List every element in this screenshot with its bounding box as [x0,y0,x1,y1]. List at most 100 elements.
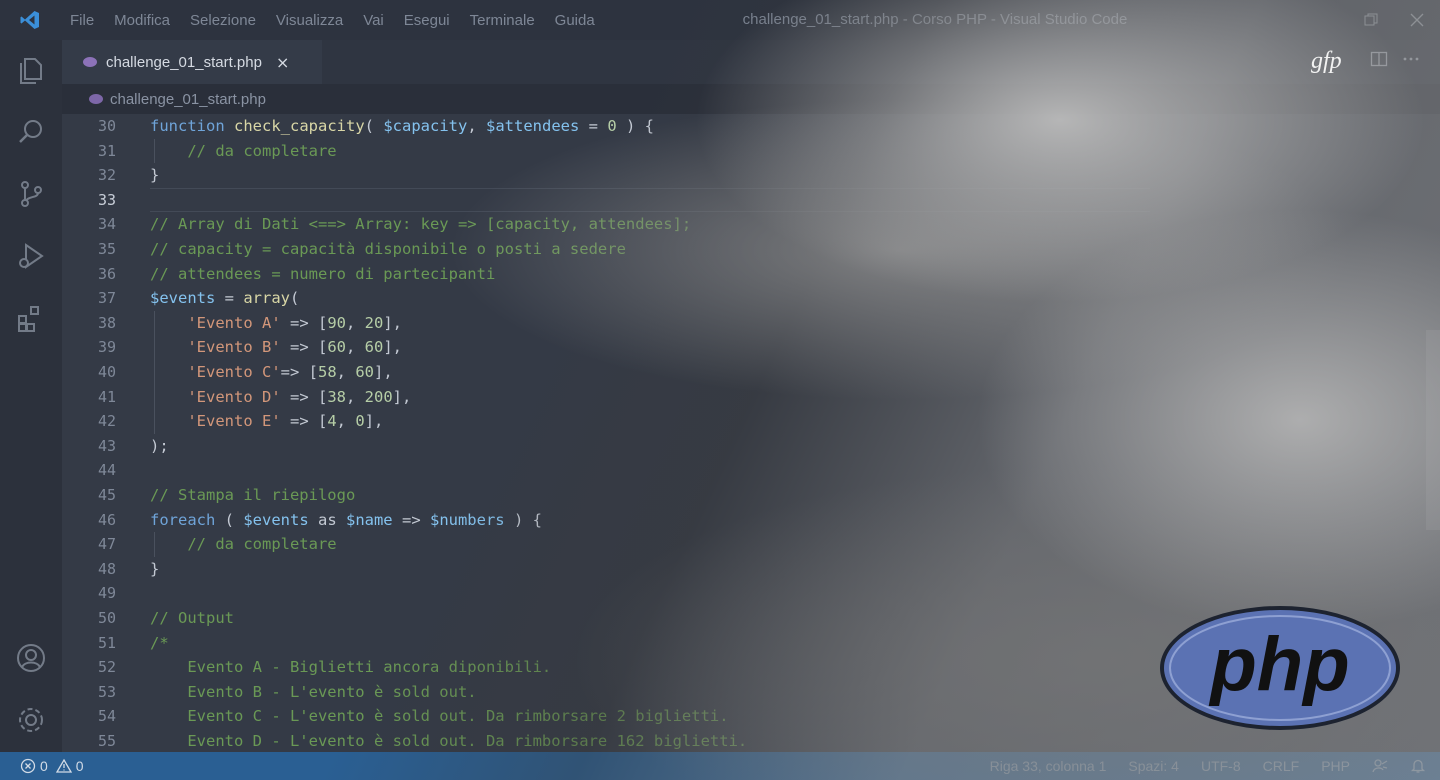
code-token: 60 [355,363,374,381]
code-token: } [150,559,160,578]
minimap[interactable] [1346,114,1426,344]
code-line[interactable]: 45 // Stampa il riepilogo [62,483,1440,507]
bell-icon[interactable] [1410,758,1426,774]
run-debug-icon[interactable] [13,238,49,274]
code-text: ); [150,434,169,458]
code-line[interactable]: 31 // da completare [62,139,1440,163]
menu-file[interactable]: File [60,12,104,29]
problems-indicator[interactable]: 0 0 [20,758,84,774]
code-text: function check_capacity( $capacity, $att… [150,114,654,138]
indent-guide [154,310,155,434]
code-line[interactable]: 46 foreach ( $events as $name => $numbers… [62,508,1440,532]
split-editor-icon[interactable] [1370,50,1388,68]
menu-terminale[interactable]: Terminale [460,12,545,29]
code-token: /* [150,633,169,652]
code-line[interactable]: 49 [62,581,1440,605]
restore-icon[interactable] [1348,0,1394,40]
code-token: check_capacity [234,117,365,135]
menu-modifica[interactable]: Modifica [104,12,180,29]
signature-logo: gfp [1311,48,1342,74]
breadcrumb-file[interactable]: challenge_01_start.php [110,91,266,108]
code-token: => [ [280,387,328,406]
warning-count: 0 [75,758,84,774]
code-token: // capacity = capacità disponibile o pos… [150,240,626,258]
encoding[interactable]: UTF-8 [1201,758,1241,774]
code-line[interactable]: 38 'Evento A' => [90, 20], [62,311,1440,335]
code-token: , [346,387,365,406]
code-token: 'Evento D' [187,387,281,406]
account-icon[interactable] [13,640,49,676]
vertical-scrollbar[interactable] [1426,330,1440,530]
source-control-icon[interactable] [13,176,49,212]
code-line[interactable]: 40 'Evento C'=> [58, 60], [62,360,1440,384]
code-token: => [392,510,430,529]
code-line[interactable]: 47 // da completare [62,532,1440,556]
menu-visualizza[interactable]: Visualizza [266,12,353,29]
code-token: Evento D - L'evento è sold out. Da rimbo… [150,732,748,750]
line-number: 48 [97,559,116,578]
more-actions-icon[interactable] [1402,50,1420,68]
cursor-position[interactable]: Riga 33, colonna 1 [990,758,1107,774]
code-token: foreach [150,510,216,529]
code-line[interactable]: 34 // Array di Dati <==> Array: key => [c… [62,212,1440,236]
code-line[interactable]: 33 [62,187,1440,212]
code-token: ], [392,387,412,406]
line-number: 55 [97,732,116,750]
line-number: 41 [97,387,116,406]
indentation[interactable]: Spazi: 4 [1128,758,1179,774]
feedback-icon[interactable] [1372,758,1388,774]
code-token: array [243,289,290,308]
end-of-line[interactable]: CRLF [1263,758,1300,774]
tab-challenge-01-start[interactable]: challenge_01_start.php × [62,40,322,84]
language-mode[interactable]: PHP [1321,758,1350,774]
code-line[interactable]: 55 Evento D - L'evento è sold out. Da ri… [62,729,1440,752]
code-line[interactable]: 41 'Evento D' => [38, 200], [62,385,1440,409]
breadcrumb[interactable]: challenge_01_start.php [62,86,266,112]
menu-vai[interactable]: Vai [353,12,394,29]
svg-text:php: php [1208,622,1349,707]
line-number: 49 [97,584,116,603]
code-token: $name [345,510,393,529]
code-line[interactable]: 36 // attendees = numero di partecipanti [62,262,1440,286]
code-text: Evento A - Biglietti ancora diponibili. [150,655,551,679]
code-line[interactable]: 42 'Evento E' => [4, 0], [62,409,1440,433]
code-token: ], [364,412,384,431]
code-line[interactable]: 35 // capacity = capacità disponibile o p… [62,237,1440,261]
code-line[interactable]: 48} [62,557,1440,581]
menu-bar: File Modifica Selezione Visualizza Vai E… [60,0,605,40]
code-token: ); [150,436,169,455]
line-number: 54 [97,707,116,726]
menu-guida[interactable]: Guida [545,12,605,29]
search-icon[interactable] [13,114,49,150]
menu-selezione[interactable]: Selezione [180,12,266,29]
code-line[interactable]: 30 function check_capacity( $capacity, $a… [62,114,1440,138]
explorer-icon[interactable] [13,52,49,88]
code-token: ( [215,510,244,529]
vscode-logo-icon[interactable] [0,0,60,40]
code-text: foreach ( $events as $name => $numbers )… [150,508,542,532]
code-line[interactable]: 43); [62,434,1440,458]
code-token: , [336,412,356,431]
code-token: 90 [327,313,346,332]
code-token: => [ [280,412,328,431]
code-line[interactable]: 39 'Evento B' => [60, 60], [62,335,1440,359]
code-token: 'Evento E' [187,412,281,431]
code-line[interactable]: 44 [62,458,1440,482]
line-number: 32 [97,166,116,185]
code-line[interactable]: 32} [62,163,1440,187]
line-number: 43 [97,436,116,455]
code-line[interactable]: 37 $events = array( [62,286,1440,310]
warning-icon [55,758,72,773]
code-text: // Array di Dati <==> Array: key => [cap… [150,212,691,236]
close-tab-icon[interactable]: × [276,53,289,72]
close-icon[interactable] [1394,0,1440,40]
code-token: // attendees = numero di partecipanti [150,264,496,283]
gear-icon[interactable] [13,702,49,738]
menu-esegui[interactable]: Esegui [394,12,460,29]
code-token: 58 [317,363,337,381]
code-token: ( [290,289,300,308]
extensions-icon[interactable] [13,300,49,336]
